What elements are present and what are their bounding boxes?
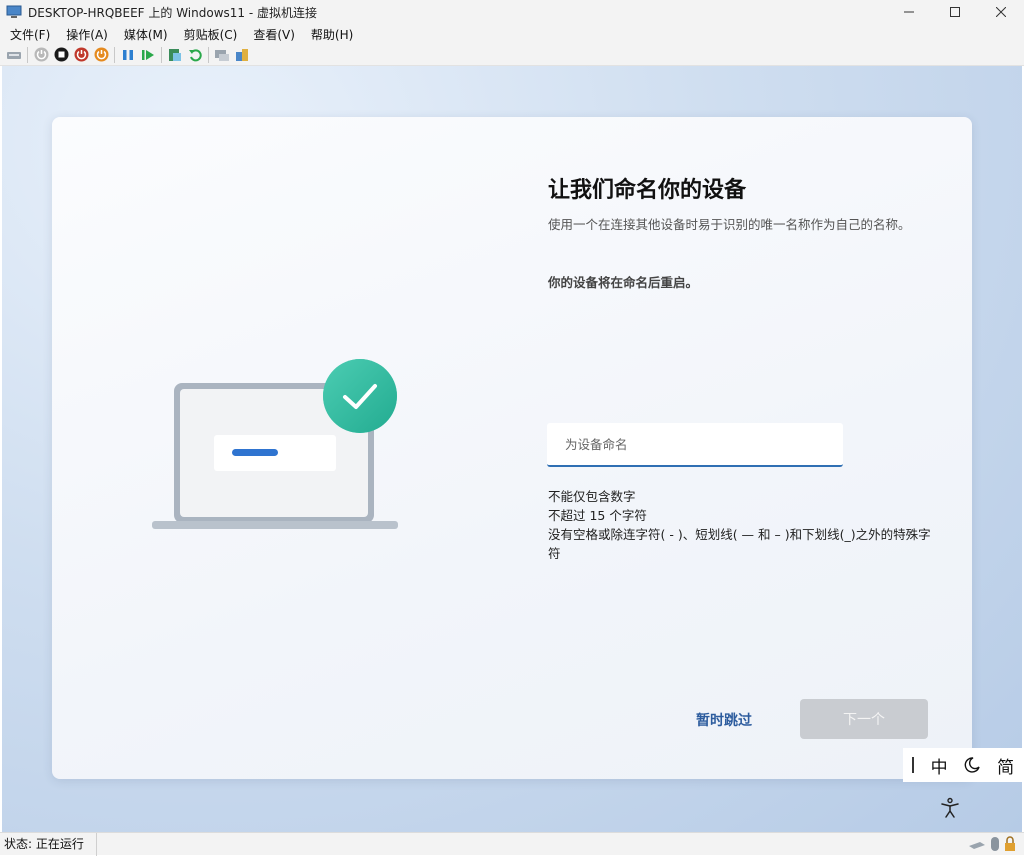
status-bar: 状态: 正在运行 (0, 832, 1024, 856)
restart-note: 你的设备将在命名后重启。 (548, 275, 699, 290)
minimize-icon (904, 11, 914, 13)
start-icon (34, 47, 48, 62)
maximize-icon (950, 7, 960, 17)
skip-for-now-link[interactable]: 暂时跳过 (696, 710, 752, 730)
setup-card: 让我们命名你的设备 使用一个在连接其他设备时易于识别的唯一名称作为自己的名称。 … (52, 117, 972, 779)
toolbar-separator (27, 46, 28, 63)
menu-media[interactable]: 媒体(M) (114, 26, 174, 43)
start-button[interactable] (33, 47, 49, 63)
laptop-check-illustration (152, 359, 398, 529)
pause-icon (123, 49, 133, 60)
minimize-button[interactable] (886, 0, 932, 24)
close-button[interactable] (978, 0, 1024, 24)
status-text: 状态: 正在运行 (0, 832, 97, 856)
close-icon (996, 7, 1006, 17)
revert-icon (189, 48, 202, 61)
title-bar: DESKTOP-HRQBEEF 上的 Windows11 - 虚拟机连接 (0, 0, 1024, 24)
next-button[interactable]: 下一个 (800, 699, 928, 739)
accessibility-icon[interactable] (940, 797, 960, 819)
resume-button[interactable] (140, 47, 156, 63)
rule-item: 不能仅包含数字 (548, 489, 636, 504)
vm-screen[interactable]: 让我们命名你的设备 使用一个在连接其他设备时易于识别的唯一名称作为自己的名称。 … (2, 66, 1022, 832)
menu-bar: 文件(F) 操作(A) 媒体(M) 剪贴板(C) 查看(V) 帮助(H) (0, 24, 1024, 44)
shutdown-button[interactable] (73, 47, 89, 63)
menu-view[interactable]: 查看(V) (243, 26, 301, 43)
turn-off-icon (54, 47, 68, 62)
ime-script-toggle[interactable]: 简 (997, 753, 1014, 778)
pause-button[interactable] (120, 47, 136, 63)
window-title: DESKTOP-HRQBEEF 上的 Windows11 - 虚拟机连接 (28, 5, 317, 20)
toolbar-separator (161, 46, 162, 63)
turn-off-button[interactable] (53, 47, 69, 63)
shutdown-icon (74, 47, 88, 62)
resume-icon (142, 49, 154, 60)
menu-file[interactable]: 文件(F) (0, 26, 56, 43)
keyboard-icon (969, 842, 985, 849)
menu-action[interactable]: 操作(A) (56, 26, 114, 43)
rule-item: 没有空格或除连字符( - )、短划线( — 和 – )和下划线(_)之外的特殊字… (548, 527, 931, 561)
ime-mode-toggle[interactable]: 中 (931, 753, 948, 778)
enhanced-session-button[interactable] (214, 47, 230, 63)
menu-help[interactable]: 帮助(H) (301, 26, 359, 43)
enhanced-session-icon (215, 49, 229, 61)
toolbar (0, 44, 1024, 66)
ime-grip-icon (911, 756, 915, 774)
save-button[interactable] (93, 47, 109, 63)
description-text: 使用一个在连接其他设备时易于识别的唯一名称作为自己的名称。 (548, 217, 911, 232)
checkpoint-icon (169, 48, 181, 61)
moon-icon[interactable] (963, 756, 981, 774)
vm-connection-icon (6, 5, 22, 18)
ctrl-alt-del-icon (7, 51, 21, 59)
mouse-icon (991, 837, 999, 851)
rule-item: 不超过 15 个字符 (548, 508, 647, 523)
revert-button[interactable] (187, 47, 203, 63)
naming-rules: 不能仅包含数字 不超过 15 个字符 没有空格或除连字符( - )、短划线( —… (548, 487, 938, 563)
share-button[interactable] (234, 47, 250, 63)
share-icon (236, 48, 248, 61)
toolbar-separator (208, 46, 209, 63)
lock-icon (1005, 836, 1015, 851)
checkpoint-button[interactable] (167, 47, 183, 63)
toolbar-separator (114, 46, 115, 63)
device-name-input[interactable] (547, 423, 843, 467)
maximize-button[interactable] (932, 0, 978, 24)
ime-toolbar: 中 简 (903, 748, 1022, 782)
menu-clipboard[interactable]: 剪贴板(C) (174, 26, 244, 43)
power-icon (94, 47, 108, 62)
page-title: 让我们命名你的设备 (548, 178, 747, 203)
ctrl-alt-del-button[interactable] (6, 47, 22, 63)
